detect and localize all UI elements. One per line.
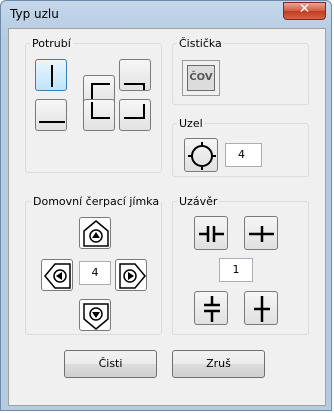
cross-horizontal-icon — [249, 226, 274, 242]
pump-count-input[interactable]: 4 — [79, 261, 111, 285]
node-circle-icon — [188, 142, 216, 170]
cov-icon: ČOV — [187, 65, 215, 91]
pipe-vertical-button[interactable] — [35, 59, 67, 91]
node-button[interactable] — [184, 138, 218, 172]
pipe-corner-icon — [91, 102, 110, 119]
cross-vertical-button[interactable] — [244, 291, 278, 325]
pump-up-button[interactable] — [79, 217, 111, 249]
pipe-horizontal-icon — [39, 121, 65, 123]
pump-down-button[interactable] — [79, 299, 111, 331]
pump-left-button[interactable] — [41, 259, 73, 291]
pipe-corner-top-right-button[interactable] — [119, 59, 151, 91]
uzel-label: Uzel — [177, 117, 205, 130]
cross-vertical-icon — [254, 296, 270, 322]
valve-count-input[interactable]: 1 — [219, 258, 253, 282]
cisticka-label: Čistička — [177, 37, 224, 50]
cross-horizontal-button[interactable] — [244, 216, 278, 250]
pump-up-icon — [83, 220, 109, 247]
pump-left-icon — [44, 263, 71, 289]
valve-horizontal-icon — [199, 226, 224, 242]
valve-vertical-button[interactable] — [194, 291, 228, 325]
pipe-horizontal-button[interactable] — [35, 99, 67, 131]
pipe-vertical-icon — [51, 65, 53, 87]
pipe-corner-icon — [124, 104, 145, 119]
pump-right-button[interactable] — [115, 259, 147, 291]
pump-right-icon — [119, 263, 146, 289]
dialog-window: Typ uzlu ✕ Potrubí Čistička ČOV Uzel 4 D… — [0, 0, 332, 411]
pipe-corner-bottom-right-button[interactable] — [119, 99, 151, 131]
pipe-corner-icon — [124, 83, 145, 90]
valve-vertical-icon — [204, 296, 220, 322]
cov-button[interactable]: ČOV — [182, 60, 220, 96]
dialog-client-area: Potrubí Čistička ČOV Uzel 4 Domovní čerp… — [8, 28, 326, 406]
title-bar[interactable]: Typ uzlu ✕ — [1, 1, 331, 27]
uzaver-label: Uzávěr — [177, 195, 220, 208]
potrubi-label: Potrubí — [30, 37, 73, 50]
cancel-button[interactable]: Zruš — [172, 350, 265, 378]
close-icon: ✕ — [298, 1, 311, 17]
pipe-corner-bottom-left-button[interactable] — [83, 99, 115, 131]
window-title: Typ uzlu — [10, 7, 59, 21]
close-button[interactable]: ✕ — [283, 1, 326, 20]
valve-horizontal-button[interactable] — [194, 216, 228, 250]
pump-down-icon — [83, 303, 109, 330]
ok-button[interactable]: Čisti — [64, 350, 157, 378]
jimka-label: Domovní čerpací jímka — [31, 195, 162, 208]
node-count-input[interactable]: 4 — [225, 143, 262, 167]
